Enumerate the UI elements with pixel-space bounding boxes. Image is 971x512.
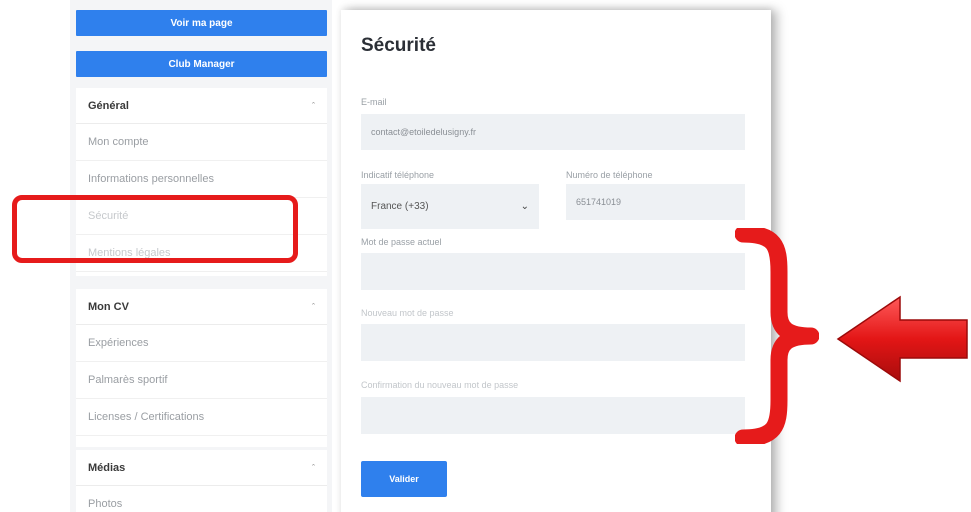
phone-code-label: Indicatif téléphone <box>361 170 435 180</box>
current-password-label: Mot de passe actuel <box>361 237 442 247</box>
phone-number-label: Numéro de téléphone <box>566 170 653 180</box>
sidebar-item-experiences[interactable]: Expériences <box>76 325 327 362</box>
general-section-title: Général <box>88 99 129 112</box>
new-password-label: Nouveau mot de passe <box>361 308 454 318</box>
cv-section-header[interactable]: Mon CV ˆ <box>76 289 327 325</box>
email-field[interactable]: contact@etoiledelusigny.fr <box>361 114 745 150</box>
highlight-box-annotation <box>12 195 298 263</box>
chevron-down-icon: ⌄ <box>520 201 529 212</box>
chevron-up-icon[interactable]: ˆ <box>312 302 315 312</box>
medias-section-header[interactable]: Médias ˆ <box>76 450 327 486</box>
page-title: Sécurité <box>361 35 436 56</box>
left-arrow-annotation <box>836 295 968 383</box>
medias-section: Médias ˆ Photos <box>76 450 327 512</box>
sidebar-item-mon-compte[interactable]: Mon compte <box>76 124 327 161</box>
sidebar-item-informations-personnelles[interactable]: Informations personnelles <box>76 161 327 198</box>
phone-code-select[interactable]: France (+33) ⌄ <box>361 184 539 229</box>
email-label: E-mail <box>361 97 387 107</box>
new-password-field[interactable] <box>361 324 745 361</box>
submit-button[interactable]: Valider <box>361 461 447 497</box>
confirm-password-field[interactable] <box>361 397 745 434</box>
phone-number-field[interactable]: 651741019 <box>566 184 745 220</box>
cv-section: Mon CV ˆ Expériences Palmarès sportif Li… <box>76 289 327 447</box>
security-panel: Sécurité E-mail contact@etoiledelusigny.… <box>341 10 771 512</box>
chevron-up-icon[interactable]: ˆ <box>312 463 315 473</box>
curly-brace-annotation <box>735 228 819 444</box>
general-section-header[interactable]: Général ˆ <box>76 88 327 124</box>
sidebar-item-licenses-certifications[interactable]: Licenses / Certifications <box>76 399 327 436</box>
club-manager-button[interactable]: Club Manager <box>76 51 327 77</box>
chevron-up-icon[interactable]: ˆ <box>312 101 315 111</box>
cv-section-title: Mon CV <box>88 300 129 313</box>
sidebar-item-photos[interactable]: Photos <box>76 486 327 512</box>
sidebar-item-palmares-sportif[interactable]: Palmarès sportif <box>76 362 327 399</box>
view-my-page-button[interactable]: Voir ma page <box>76 10 327 36</box>
medias-section-title: Médias <box>88 461 126 474</box>
current-password-field[interactable] <box>361 253 745 290</box>
phone-code-value: France (+33) <box>371 201 429 212</box>
confirm-password-label: Confirmation du nouveau mot de passe <box>361 380 519 390</box>
